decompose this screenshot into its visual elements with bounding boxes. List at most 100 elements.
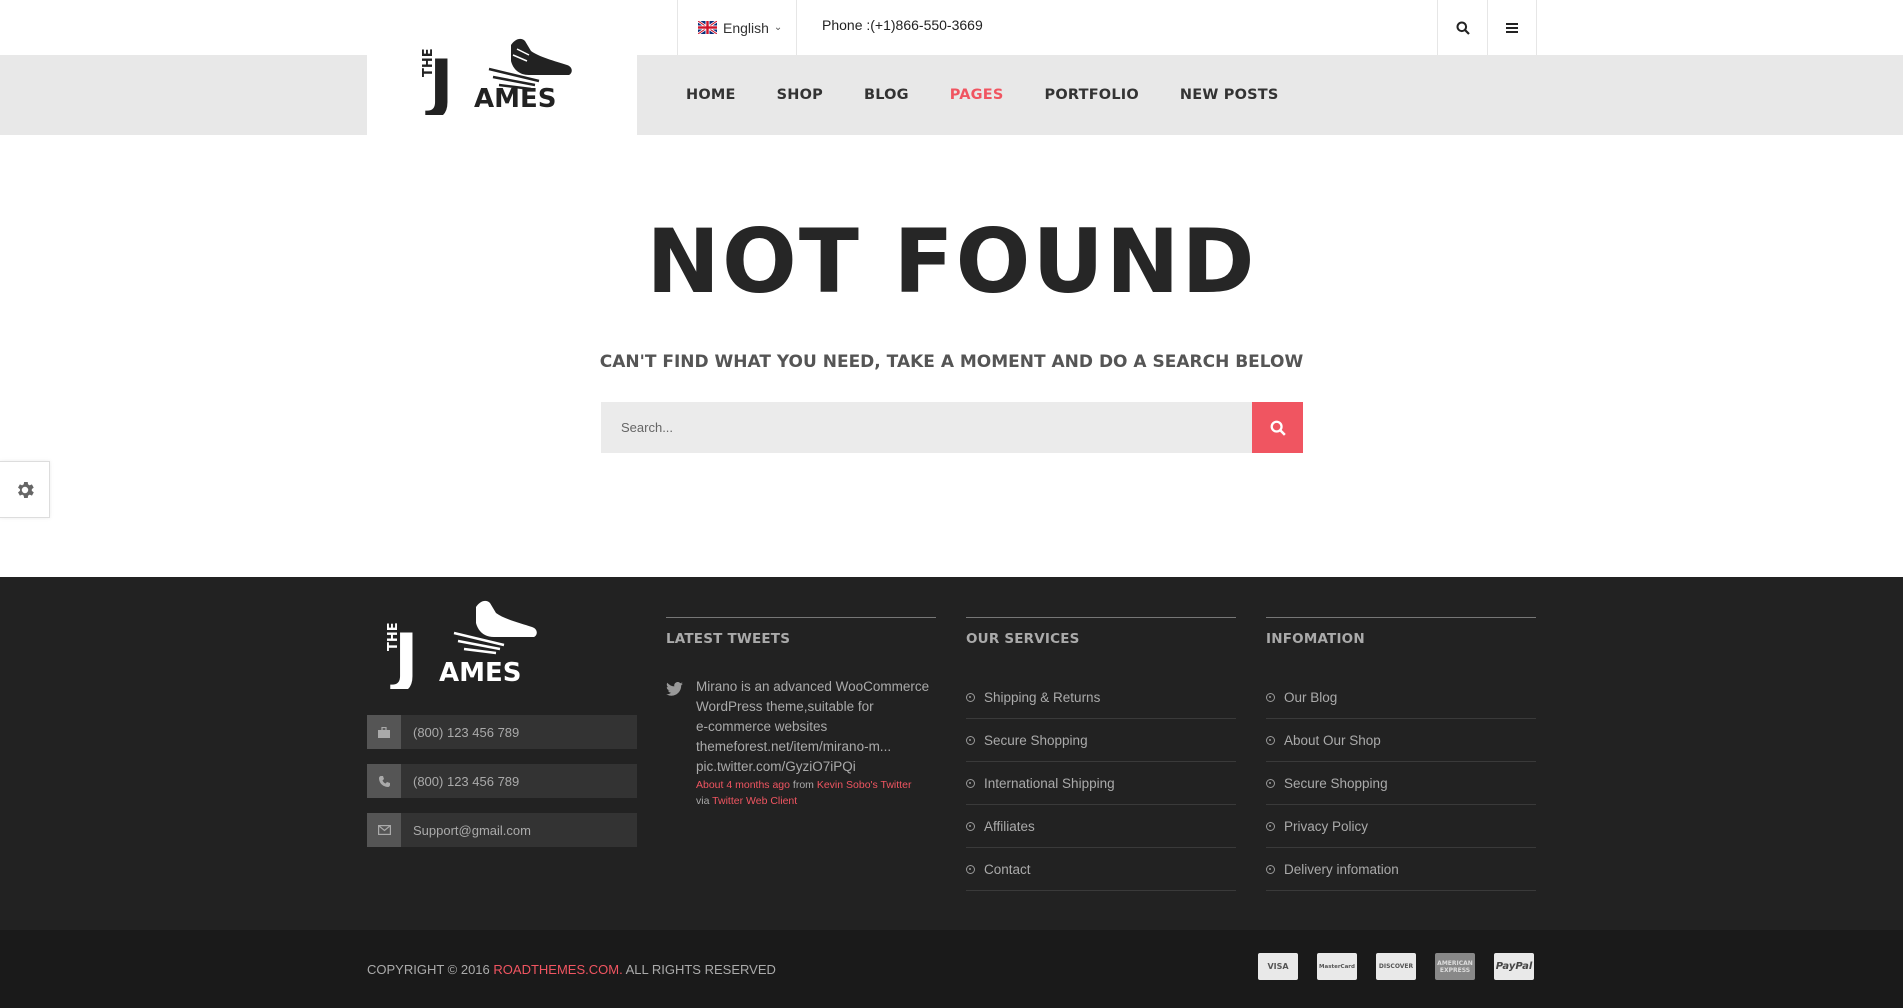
information-heading: INFOMATION (1266, 631, 1365, 647)
services-link-label: Secure Shopping (984, 732, 1088, 748)
bullet-icon (966, 821, 975, 831)
tweet-author[interactable]: Kevin Sobo's Twitter (817, 779, 912, 791)
information-link[interactable]: Secure Shopping (1266, 762, 1536, 805)
information-link-label: Secure Shopping (1284, 775, 1388, 791)
bullet-icon (966, 735, 975, 745)
footer-bottom-bar: COPYRIGHT © 2016 ROADTHEMES.COM. ALL RIG… (0, 930, 1903, 1008)
services-link-label: Affiliates (984, 818, 1035, 834)
tweet-meta: About 4 months ago from Kevin Sobo's Twi… (696, 777, 936, 793)
chevron-down-icon: ⌄ (773, 22, 783, 33)
page-title: NOT FOUND (646, 210, 1257, 313)
information-link[interactable]: Our Blog (1266, 676, 1536, 719)
top-bar: English ⌄ Phone :(+1)866-550-3669 (0, 0, 1903, 55)
nav-portfolio[interactable]: PORTFOLIO (1045, 87, 1139, 103)
page-subtitle: CAN'T FIND WHAT YOU NEED, TAKE A MOMENT … (599, 352, 1304, 372)
information-link[interactable]: About Our Shop (1266, 719, 1536, 762)
footer-services-column: OUR SERVICES Shipping & Returns Secure S… (966, 617, 1236, 891)
logo-ames-text: AMES (474, 84, 556, 114)
header-search-button[interactable] (1437, 0, 1487, 55)
language-selector[interactable]: English ⌄ (677, 0, 797, 55)
contact-text: (800) 123 456 789 (401, 764, 637, 798)
tweet-from-word: from (792, 779, 814, 791)
contact-email: Support@gmail.com (367, 813, 637, 847)
services-link[interactable]: Contact (966, 848, 1236, 891)
services-heading: OUR SERVICES (966, 631, 1080, 647)
tweet-pic-link[interactable]: pic.twitter.com/GyziO7iPQi (696, 757, 936, 777)
information-link-label: Privacy Policy (1284, 818, 1369, 834)
nav-pages[interactable]: PAGES (950, 87, 1004, 103)
visa-card-icon: VISA (1258, 953, 1298, 980)
logo-container[interactable]: THE J AMES (367, 38, 637, 190)
envelope-icon (367, 813, 401, 847)
contact-text: Support@gmail.com (401, 813, 637, 847)
footer-logo: THE J AMES (386, 600, 537, 689)
tweet-link[interactable]: themeforest.net/item/mirano-m... (696, 737, 936, 757)
nav-new-posts[interactable]: NEW POSTS (1180, 87, 1279, 103)
search-input[interactable] (601, 402, 1252, 453)
information-link-label: About Our Shop (1284, 732, 1381, 748)
services-link[interactable]: Secure Shopping (966, 719, 1236, 762)
header-menu-button[interactable] (1487, 0, 1537, 55)
nav-blog[interactable]: BLOG (864, 87, 909, 103)
bullet-icon (966, 778, 975, 788)
services-link[interactable]: International Shipping (966, 762, 1236, 805)
services-link-label: International Shipping (984, 775, 1115, 791)
amex-card-icon: AMERICAN EXPRESS (1435, 953, 1475, 980)
bullet-icon (966, 864, 975, 874)
payment-methods: VISA MasterCard DISCOVER AMERICAN EXPRES… (1258, 953, 1553, 980)
services-link-label: Contact (984, 861, 1031, 877)
information-link[interactable]: Delivery infomation (1266, 848, 1536, 891)
services-link[interactable]: Affiliates (966, 805, 1236, 848)
footer-tweets-column: LATEST TWEETS (666, 617, 936, 647)
language-label: English (723, 19, 769, 36)
logo-j-text: J (425, 46, 454, 115)
discover-card-icon: DISCOVER (1376, 953, 1416, 980)
paypal-card-icon: PayPal (1494, 953, 1534, 980)
mastercard-card-icon: MasterCard (1317, 953, 1357, 980)
search-submit-button[interactable] (1252, 402, 1303, 453)
contact-address: (800) 123 456 789 (367, 715, 637, 749)
tweet-item: Mirano is an advanced WooCommerce WordPr… (666, 677, 936, 809)
nav-shop[interactable]: SHOP (777, 87, 823, 103)
tweet-client[interactable]: Twitter Web Client (712, 795, 797, 807)
tweet-time[interactable]: About 4 months ago (696, 779, 790, 791)
gear-icon (17, 481, 34, 498)
information-link[interactable]: Privacy Policy (1266, 805, 1536, 848)
sneaker-icon (453, 600, 537, 655)
footer-logo-ames-text: AMES (439, 658, 521, 688)
services-link-label: Shipping & Returns (984, 689, 1101, 705)
copyright-brand-link[interactable]: ROADTHEMES.COM. (493, 962, 622, 977)
tweet-text: e-commerce websites (696, 719, 828, 734)
nav-home[interactable]: HOME (686, 87, 736, 103)
footer-information-column: INFOMATION Our Blog About Our Shop Secur… (1266, 617, 1536, 891)
copyright-suffix: ALL RIGHTS RESERVED (625, 962, 776, 977)
settings-panel-toggle[interactable] (0, 461, 50, 518)
main-navigation: HOME SHOP BLOG PAGES PORTFOLIO NEW POSTS (686, 55, 1320, 135)
search-icon (1270, 420, 1286, 436)
bullet-icon (966, 692, 975, 702)
phone-number: Phone :(+1)866-550-3669 (822, 17, 983, 33)
bullet-icon (1266, 864, 1275, 874)
footer: THE J AMES (0, 577, 1903, 930)
bullet-icon (1266, 821, 1275, 831)
tweet-text: WordPress theme,suitable for (696, 699, 874, 714)
copyright: COPYRIGHT © 2016 ROADTHEMES.COM. ALL RIG… (367, 962, 776, 977)
information-link-label: Our Blog (1284, 689, 1338, 705)
bullet-icon (1266, 778, 1275, 788)
briefcase-icon (367, 715, 401, 749)
information-link-label: Delivery infomation (1284, 861, 1399, 877)
phone-icon (367, 764, 401, 798)
twitter-icon (666, 677, 696, 809)
tweet-meta: via Twitter Web Client (696, 793, 936, 809)
contact-phone: (800) 123 456 789 (367, 764, 637, 798)
footer-logo-j-text: J (390, 620, 419, 689)
sneaker-icon (488, 38, 572, 91)
bullet-icon (1266, 692, 1275, 702)
hamburger-icon (1506, 22, 1518, 33)
services-link[interactable]: Shipping & Returns (966, 676, 1236, 719)
uk-flag-icon (697, 19, 718, 36)
site-logo: THE J AMES (421, 38, 572, 115)
tweet-via-word: via (696, 795, 710, 807)
search-form (601, 402, 1303, 453)
search-icon (1456, 21, 1470, 35)
